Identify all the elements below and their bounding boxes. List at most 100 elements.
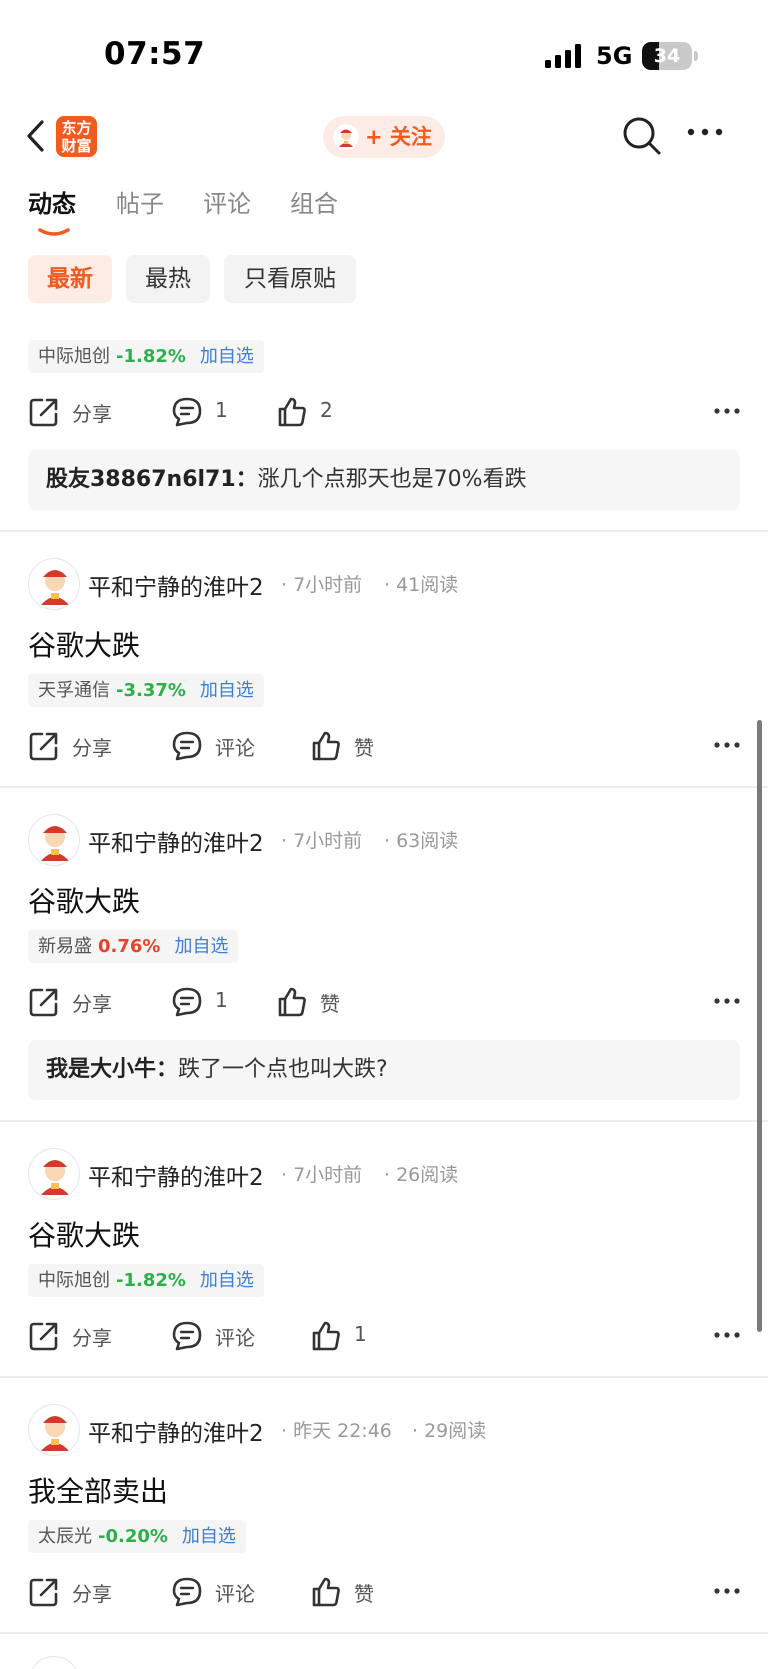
stock-tag[interactable]: 新易盛 0.76% 加自选: [28, 930, 239, 963]
filter-latest[interactable]: 最新: [28, 255, 112, 303]
thumbs-up-icon: [312, 731, 340, 761]
author-avatar[interactable]: [28, 814, 80, 866]
comment-user[interactable]: 我是大小牛：: [46, 1057, 178, 1082]
caishen-avatar-icon: [41, 1160, 69, 1195]
profile-tabs: 动态 帖子 评论 组合: [0, 184, 768, 240]
app-logo[interactable]: 东方 财富: [56, 116, 97, 157]
share-icon: [29, 1322, 58, 1351]
post-more-icon[interactable]: [714, 998, 740, 1004]
top-comment[interactable]: 股友38867n6l71：涨几个点那天也是70%看跌: [28, 450, 740, 510]
author-avatar[interactable]: [28, 558, 80, 610]
clipped-text-fragment: [78, 314, 278, 318]
like-count: 2: [320, 398, 333, 422]
post-more-icon[interactable]: [714, 1332, 740, 1338]
tab-dynamics[interactable]: 动态: [28, 184, 76, 219]
stock-tag[interactable]: 中际旭创 -1.82% 加自选: [28, 340, 264, 373]
post-time: · 7小时前: [281, 574, 363, 596]
post-more-icon[interactable]: [714, 1588, 740, 1594]
post-more-icon[interactable]: [714, 408, 740, 414]
comment-user[interactable]: 股友38867n6l71：: [46, 467, 258, 492]
author-avatar[interactable]: [28, 1656, 80, 1669]
filter-hot[interactable]: 最热: [126, 255, 210, 303]
add-watchlist-button[interactable]: 加自选: [174, 936, 228, 957]
post-time-text: 昨天 22:46: [293, 1420, 392, 1442]
back-arrow-icon[interactable]: [24, 118, 48, 154]
filter-original-only[interactable]: 只看原贴: [224, 255, 356, 303]
post-card[interactable]: 平和宁静的淮叶2 · 7小时前 · 63阅读 谷歌大跌 新易盛 0.76% 加自选 …: [0, 788, 768, 1122]
post-text[interactable]: 谷歌大跌: [28, 880, 140, 920]
author-name[interactable]: 平和宁静的淮叶2: [88, 1414, 264, 1448]
author-name[interactable]: 平和宁静的淮叶2: [88, 568, 264, 602]
search-icon[interactable]: [622, 116, 662, 156]
add-watchlist-button[interactable]: 加自选: [200, 680, 254, 701]
post-time-text: 7小时前: [293, 830, 363, 852]
post-time: · 7小时前: [281, 830, 363, 852]
post-feed[interactable]: 中际旭创 -1.82% 加自选 分享 1 2 股友38867n6l71：涨几个点那天…: [0, 314, 768, 1669]
caishen-avatar-icon: [41, 826, 69, 861]
nav-bar: 东方 财富 + 关注: [0, 110, 768, 162]
tab-portfolio[interactable]: 组合: [290, 184, 338, 219]
post-reads: · 26阅读: [384, 1164, 459, 1186]
add-watchlist-button[interactable]: 加自选: [200, 346, 254, 367]
add-watchlist-button[interactable]: 加自选: [182, 1526, 236, 1547]
post-time-text: 7小时前: [293, 574, 363, 596]
thumbs-up-icon: [278, 987, 306, 1017]
post-card[interactable]: 平和宁静的淮叶2 · 7小时前 · 41阅读 谷歌大跌 天孚通信 -3.37% 加自…: [0, 532, 768, 788]
add-watchlist-button[interactable]: 加自选: [200, 1270, 254, 1291]
logo-line2: 财富: [61, 137, 92, 155]
more-icon[interactable]: [686, 127, 724, 137]
comment-count: 1: [215, 988, 228, 1012]
post-reads-text: 63阅读: [396, 830, 459, 852]
post-text[interactable]: 我全部卖出: [28, 1470, 168, 1510]
post-card[interactable]: 平和宁静的淮叶2 · 昨天 22:46 · 29阅读 我全部卖出 太辰光 -0.2…: [0, 1378, 768, 1634]
logo-line1: 东方: [61, 119, 92, 137]
status-bar: 07:57 5G 34: [0, 0, 768, 110]
author-avatar[interactable]: [28, 1404, 80, 1456]
like-label: 赞: [320, 992, 340, 1016]
share-label: 分享: [72, 992, 112, 1016]
battery-tip: [694, 51, 698, 61]
post-actions: 分享 评论 赞: [28, 726, 740, 766]
stock-tag[interactable]: 太辰光 -0.20% 加自选: [28, 1520, 246, 1553]
stock-name: 新易盛: [38, 936, 92, 957]
post-actions: 分享 评论 1: [28, 1316, 740, 1356]
post-more-icon[interactable]: [714, 742, 740, 748]
post-actions: 分享 评论 赞: [28, 1572, 740, 1612]
stock-change: -1.82%: [116, 1270, 186, 1291]
author-name[interactable]: 平和宁静的淮叶2: [88, 824, 264, 858]
post-card[interactable]: 平和宁静的淮叶2 · 7小时前 · 26阅读 谷歌大跌 中际旭创 -1.82% 加自…: [0, 1122, 768, 1378]
tab-posts[interactable]: 帖子: [116, 184, 164, 219]
stock-tag[interactable]: 中际旭创 -1.82% 加自选: [28, 1264, 264, 1297]
thumbs-up-icon: [312, 1577, 340, 1607]
comment-icon: [172, 731, 202, 761]
stock-tag[interactable]: 天孚通信 -3.37% 加自选: [28, 674, 264, 707]
cellular-signal-icon: [545, 44, 581, 68]
share-icon: [29, 1578, 58, 1607]
comment-count: 1: [215, 398, 228, 422]
network-type: 5G: [596, 42, 633, 70]
comment-text: 跌了一个点也叫大跌?: [178, 1057, 388, 1082]
stock-name: 中际旭创: [38, 346, 110, 367]
thumbs-up-icon: [312, 1321, 340, 1351]
tab-comments[interactable]: 评论: [203, 184, 251, 219]
top-comment[interactable]: 我是大小牛：跌了一个点也叫大跌?: [28, 1040, 740, 1100]
comment-icon: [172, 987, 202, 1017]
share-icon: [29, 398, 58, 427]
user-avatar-icon: [333, 124, 359, 150]
post-reads-text: 29阅读: [424, 1420, 487, 1442]
scrollbar[interactable]: [757, 720, 762, 1332]
post-reads-text: 26阅读: [396, 1164, 459, 1186]
stock-change: -1.82%: [116, 346, 186, 367]
post-text[interactable]: 谷歌大跌: [28, 624, 140, 664]
comment-icon: [172, 1321, 202, 1351]
follow-button[interactable]: + 关注: [323, 116, 445, 158]
post-text[interactable]: 谷歌大跌: [28, 1214, 140, 1254]
comment-label: 评论: [215, 1582, 255, 1606]
author-name[interactable]: 平和宁静的淮叶2: [88, 1158, 264, 1192]
author-avatar[interactable]: [28, 1148, 80, 1200]
post-card[interactable]: 中际旭创 -1.82% 加自选 分享 1 2 股友38867n6l71：涨几个点那天…: [0, 314, 768, 532]
stock-change: -0.20%: [98, 1526, 168, 1547]
stock-change: -3.37%: [116, 680, 186, 701]
comment-icon: [172, 397, 202, 427]
post-actions: 分享 1 赞: [28, 982, 740, 1022]
